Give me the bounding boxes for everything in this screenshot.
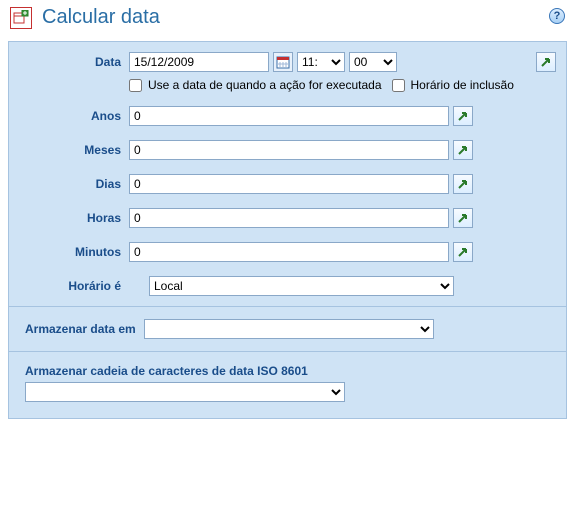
expand-anos-icon[interactable] xyxy=(453,106,473,126)
dias-input[interactable] xyxy=(129,174,449,194)
label-minutos: Minutos xyxy=(19,242,129,259)
label-data: Data xyxy=(19,52,129,69)
row-dias: Dias xyxy=(19,174,556,194)
anos-input[interactable] xyxy=(129,106,449,126)
row-minutos: Minutos xyxy=(19,242,556,262)
row-horario: Horário é Local xyxy=(19,276,556,296)
row-store: Armazenar data em xyxy=(19,317,556,341)
iso-select[interactable] xyxy=(25,382,345,402)
include-time-checkbox[interactable] xyxy=(392,79,405,92)
include-time-label: Horário de inclusão xyxy=(411,78,514,92)
calendar-icon[interactable] xyxy=(273,52,293,72)
minute-select[interactable]: 00 xyxy=(349,52,397,72)
meses-input[interactable] xyxy=(129,140,449,160)
label-horas: Horas xyxy=(19,208,129,225)
row-data: Data 11: 00 xyxy=(19,52,556,92)
use-action-date-checkbox[interactable] xyxy=(129,79,142,92)
form-panel: Data 11: 00 xyxy=(8,41,567,419)
hour-select[interactable]: 11: xyxy=(297,52,345,72)
expand-data-icon[interactable] xyxy=(536,52,556,72)
divider-2 xyxy=(9,351,566,352)
horario-select[interactable]: Local xyxy=(149,276,454,296)
divider-1 xyxy=(9,306,566,307)
row-meses: Meses xyxy=(19,140,556,160)
horas-input[interactable] xyxy=(129,208,449,228)
label-dias: Dias xyxy=(19,174,129,191)
label-anos: Anos xyxy=(19,106,129,123)
expand-minutos-icon[interactable] xyxy=(453,242,473,262)
help-icon[interactable]: ? xyxy=(549,8,565,24)
use-action-date-label: Use a data de quando a ação for executad… xyxy=(148,78,382,92)
expand-dias-icon[interactable] xyxy=(453,174,473,194)
page-title: Calcular data xyxy=(42,6,160,29)
row-horas: Horas xyxy=(19,208,556,228)
store-select[interactable] xyxy=(144,319,434,339)
label-iso: Armazenar cadeia de caracteres de data I… xyxy=(25,364,550,378)
expand-horas-icon[interactable] xyxy=(453,208,473,228)
label-store: Armazenar data em xyxy=(25,322,144,336)
row-anos: Anos xyxy=(19,106,556,126)
label-horario: Horário é xyxy=(19,276,129,293)
header: Calcular data ? xyxy=(0,0,575,37)
calculate-date-icon xyxy=(10,7,32,29)
minutos-input[interactable] xyxy=(129,242,449,262)
label-meses: Meses xyxy=(19,140,129,157)
date-input[interactable] xyxy=(129,52,269,72)
expand-meses-icon[interactable] xyxy=(453,140,473,160)
row-iso: Armazenar cadeia de caracteres de data I… xyxy=(19,362,556,404)
